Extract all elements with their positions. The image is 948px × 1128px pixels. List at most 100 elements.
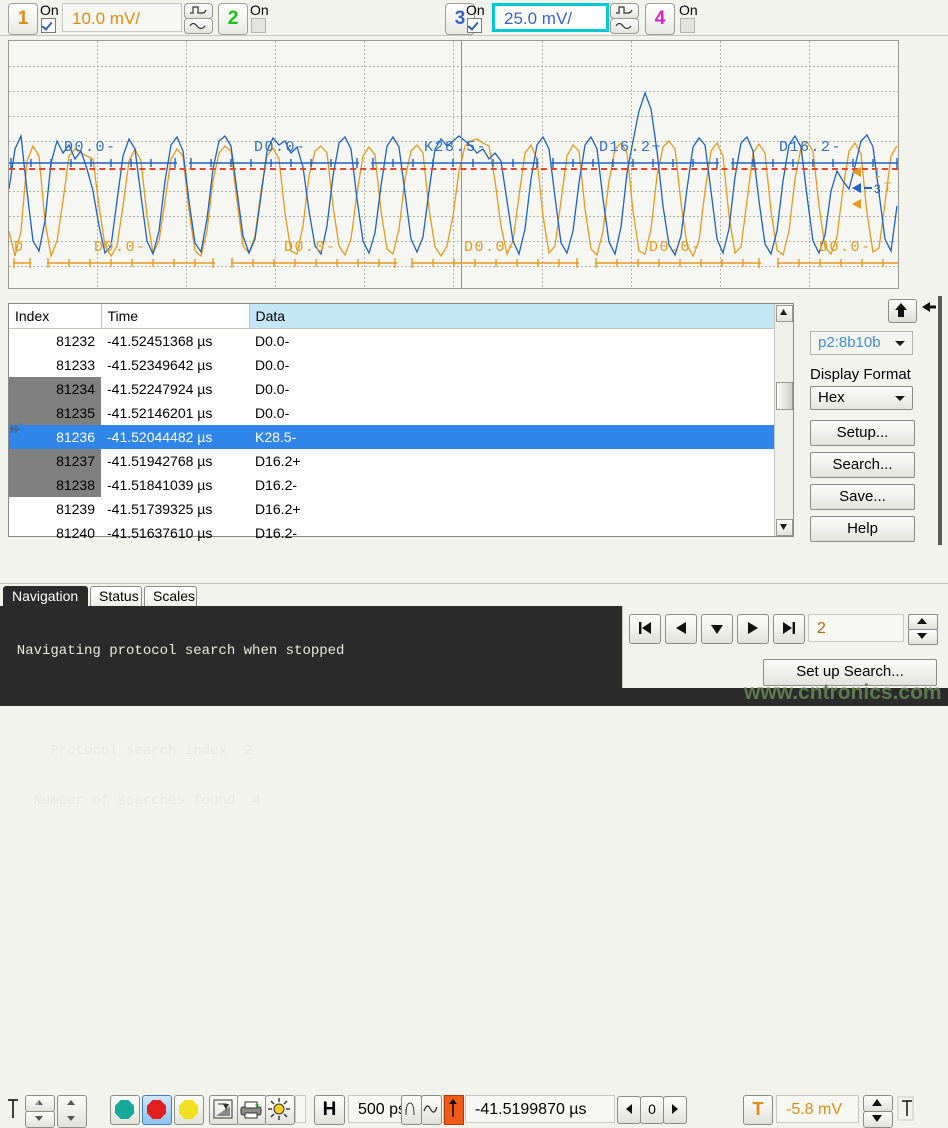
decode-label-ch1-2: D0.0-	[284, 239, 337, 256]
display-brightness-icon[interactable]	[265, 1095, 295, 1125]
channel-toolbar: 1 On 10.0 mV/ 2 On 3 On 25.0 mV/ 4 On	[0, 0, 948, 37]
channel-1-button[interactable]: 1	[8, 3, 38, 35]
table-row-selected[interactable]: 81236 -41.52044482 µs K28.5-	[9, 425, 793, 449]
delay-step-left-button[interactable]	[617, 1096, 641, 1124]
scroll-up-fast-button[interactable]	[25, 1095, 55, 1112]
trigger-level-up-button[interactable]	[863, 1095, 893, 1112]
single-button[interactable]	[174, 1095, 204, 1125]
navigation-console: Navigating protocol search when stopped …	[0, 606, 622, 692]
channel-2-button[interactable]: 2	[218, 3, 248, 35]
save-button[interactable]: Save...	[810, 484, 915, 510]
run-button[interactable]	[110, 1095, 140, 1125]
cell-time: -41.52146201 µs	[101, 401, 249, 425]
table-row[interactable]: 81233 -41.52349642 µs D0.0-	[9, 353, 793, 377]
tab-navigation[interactable]: Navigation	[3, 586, 88, 606]
protocol-results-table[interactable]: Index Time Data 81232 -41.52451368 µs D0…	[8, 303, 794, 537]
console-line-3: Protocol search index 2	[0, 742, 622, 760]
marker-trigger-arrow	[852, 199, 861, 209]
table-scrollbar[interactable]	[774, 304, 793, 536]
cell-data: D16.2+	[249, 449, 793, 473]
timebase-sine-icon[interactable]	[421, 1095, 442, 1125]
help-button[interactable]: Help	[810, 516, 915, 542]
channel-2-on-label: On	[250, 2, 269, 18]
waveform-display[interactable]: D0.0- D0.0- K28.5- D16.2+ D16.2-	[8, 40, 899, 289]
table-row[interactable]: 81239 -41.51739325 µs D16.2+	[9, 497, 793, 521]
channel-1-waveform-smooth-icon[interactable]	[184, 18, 213, 34]
cell-data: D16.2+	[249, 497, 793, 521]
cell-data: D0.0-	[249, 401, 793, 425]
display-format-value: Hex	[818, 389, 845, 406]
nav-down-button[interactable]	[701, 614, 733, 644]
search-index-field[interactable]: 2	[808, 614, 904, 642]
channel-4-on-checkbox[interactable]	[680, 18, 695, 33]
trigger-level-field[interactable]: -5.8 mV	[776, 1095, 859, 1123]
decode-bar-channel-1	[9, 256, 899, 265]
channel-4-button[interactable]: 4	[645, 3, 675, 35]
scroll-up-button[interactable]	[776, 305, 793, 322]
delay-marker-icon[interactable]	[444, 1095, 464, 1125]
search-button[interactable]: Search...	[810, 452, 915, 478]
table-row[interactable]: 81234 -41.52247924 µs D0.0-	[9, 377, 793, 401]
delay-step-value[interactable]: 0	[640, 1096, 664, 1124]
selected-row-marker-icon	[9, 422, 23, 436]
tab-status[interactable]: Status	[90, 586, 142, 606]
nav-prev-button[interactable]	[665, 614, 697, 644]
delay-step-right-button[interactable]	[663, 1096, 687, 1124]
channel-2-on-checkbox[interactable]	[251, 18, 266, 33]
nav-next-button[interactable]	[737, 614, 769, 644]
scroll-page-button[interactable]	[57, 1095, 87, 1128]
table-row[interactable]: 81235 -41.52146201 µs D0.0-	[9, 401, 793, 425]
timebase-mode-icon[interactable]	[401, 1095, 422, 1125]
search-index-up-button[interactable]	[908, 614, 938, 630]
bus-select-value: p2:8b10b	[818, 334, 881, 351]
trigger-level-down-button[interactable]	[863, 1111, 893, 1128]
cell-time: -41.51841039 µs	[101, 473, 249, 497]
channel-position-markers[interactable]: 1 3 T	[852, 167, 896, 213]
nav-last-button[interactable]	[773, 614, 805, 644]
print-icon[interactable]	[237, 1095, 267, 1125]
search-index-down-button[interactable]	[908, 629, 938, 645]
autoscale-icon[interactable]	[209, 1095, 239, 1125]
cell-time: -41.51942768 µs	[101, 449, 249, 473]
toolbar-divider	[0, 35, 948, 36]
trigger-icon[interactable]: T	[743, 1095, 773, 1125]
nav-first-button[interactable]	[629, 614, 661, 644]
tab-scales[interactable]: Scales	[144, 586, 197, 606]
svg-text:1: 1	[874, 167, 881, 180]
scroll-down-button[interactable]	[776, 519, 793, 536]
decode-label-ch1-0: D	[14, 239, 25, 256]
decode-label-ch3-2: K28.5-	[424, 139, 487, 156]
stop-button[interactable]	[142, 1095, 172, 1125]
column-header-time[interactable]: Time	[101, 304, 249, 329]
scroll-down-fast-button[interactable]	[25, 1111, 55, 1128]
cell-index: 81239	[9, 497, 101, 521]
svg-text:T: T	[884, 180, 892, 194]
table-row[interactable]: 81238 -41.51841039 µs D16.2-	[9, 473, 793, 497]
channel-1-on-checkbox[interactable]	[41, 18, 56, 33]
console-line-4: Number of searches found 4	[0, 792, 622, 810]
table-row[interactable]: 81240 -41.51637610 µs D16.2-	[9, 521, 793, 545]
horizontal-icon[interactable]: H	[314, 1095, 345, 1125]
bottom-tab-strip: Navigation Status Scales	[0, 584, 948, 606]
cursor-up-icon[interactable]	[5, 1097, 21, 1121]
channel-1-scale-field[interactable]: 10.0 mV/	[62, 3, 182, 32]
trigger-position-icon[interactable]	[897, 1096, 915, 1122]
cell-time: -41.52451368 µs	[101, 329, 249, 354]
decode-label-ch3-4: D16.2-	[779, 139, 842, 156]
scroll-to-top-button[interactable]	[888, 299, 917, 323]
cell-index: 81233	[9, 353, 101, 377]
channel-1-waveform-normal-icon[interactable]	[184, 3, 213, 19]
scrollbar-thumb[interactable]	[776, 382, 793, 410]
column-header-data[interactable]: Data	[249, 304, 793, 329]
channel-3-scale-field[interactable]: 25.0 mV/	[492, 3, 609, 32]
setup-button[interactable]: Setup...	[810, 420, 915, 446]
channel-3-on-checkbox[interactable]	[467, 18, 482, 33]
delay-field[interactable]: -41.5199870 µs	[465, 1095, 615, 1123]
channel-3-waveform-normal-icon[interactable]	[610, 3, 639, 19]
cell-time: -41.52349642 µs	[101, 353, 249, 377]
decode-label-ch3-0: D0.0-	[64, 139, 117, 156]
column-header-index[interactable]: Index	[9, 304, 101, 329]
table-row[interactable]: 81232 -41.52451368 µs D0.0-	[9, 329, 793, 354]
table-row[interactable]: 81237 -41.51942768 µs D16.2+	[9, 449, 793, 473]
channel-3-waveform-smooth-icon[interactable]	[610, 18, 639, 34]
